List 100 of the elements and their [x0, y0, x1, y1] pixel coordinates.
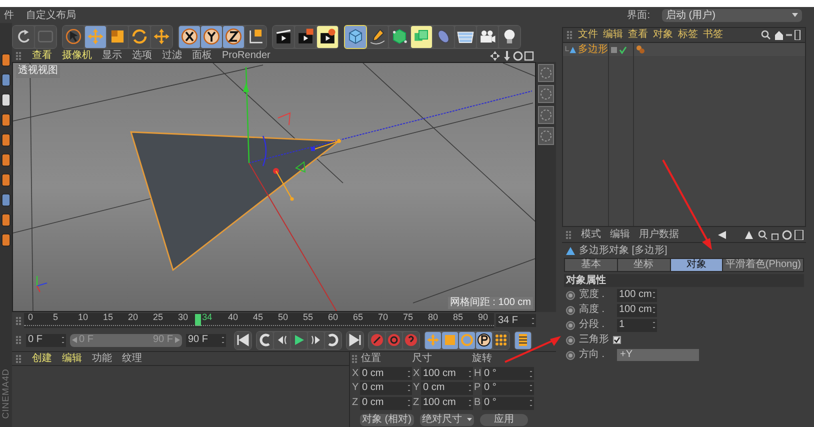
object-menu-item[interactable]: 查看	[628, 30, 648, 40]
coordinate-field[interactable]: 0 cm	[421, 382, 473, 395]
material-menu-item[interactable]: 创建	[32, 354, 52, 364]
attribute-tools-icon[interactable]	[718, 230, 804, 240]
playback-button[interactable]	[274, 332, 290, 348]
grip-icon[interactable]	[352, 354, 358, 363]
grip-icon[interactable]	[16, 354, 22, 362]
toolbar-button[interactable]	[201, 26, 222, 48]
viewport-menu-item[interactable]: 选项	[132, 51, 152, 61]
grip-icon[interactable]	[566, 231, 572, 239]
mode-dropdown[interactable]: 绝对尺寸	[420, 414, 474, 426]
material-menu-item[interactable]: 编辑	[62, 354, 82, 364]
playback-button[interactable]	[257, 332, 273, 348]
grip-icon[interactable]	[16, 336, 22, 344]
frame-field[interactable]: 34 F	[496, 314, 536, 327]
coordinate-field[interactable]: 0 °	[482, 396, 534, 410]
toolbar-button[interactable]	[223, 26, 244, 48]
animation-dot-icon[interactable]	[566, 336, 575, 344]
viewport-menu-item[interactable]: 显示	[102, 51, 122, 61]
toolbar-button[interactable]	[179, 26, 200, 48]
object-menu-item[interactable]: 标签	[678, 30, 698, 40]
viewport-menu-item[interactable]: 过滤	[162, 51, 182, 61]
mode-tool-icon[interactable]	[1, 133, 11, 147]
number-field[interactable]: 100 cm	[617, 288, 657, 302]
toolbar-button[interactable]	[477, 26, 498, 48]
attribute-tab[interactable]: 坐标	[618, 259, 670, 271]
coordinate-field[interactable]: 0 °	[482, 382, 534, 395]
mode-tool-icon[interactable]	[1, 113, 11, 127]
viewport[interactable]: 透视视图 网格间距 : 100 cm	[12, 62, 536, 312]
side-tool-icon[interactable]	[538, 64, 554, 82]
playhead[interactable]	[195, 314, 202, 326]
material-menu-item[interactable]: 功能	[92, 354, 112, 364]
playback-button[interactable]	[235, 332, 251, 348]
object-menu-item[interactable]: 文件	[578, 30, 598, 40]
toolbar-button[interactable]	[295, 26, 316, 48]
viewport-menu-item[interactable]: 摄像机	[62, 51, 92, 61]
phong-tag-icon[interactable]	[636, 45, 645, 54]
object-tools-icon[interactable]	[761, 30, 801, 40]
check-icon[interactable]	[619, 46, 627, 54]
attribute-tab[interactable]: 平滑着色(Phong)	[723, 259, 803, 271]
number-field[interactable]: 100 cm	[617, 304, 657, 316]
menu-item[interactable]: 件	[4, 8, 14, 22]
timeline-ruler[interactable]: 0 5 10 15 20 25 30 34 40 45 50 55 60 65 70 75 80 85 90	[24, 313, 494, 328]
checkbox[interactable]	[613, 336, 621, 344]
view-navigation-icon[interactable]	[490, 51, 534, 61]
mode-tool-icon[interactable]	[1, 153, 11, 167]
playback-button[interactable]	[476, 332, 492, 348]
mode-tool-icon[interactable]	[1, 193, 11, 207]
coordinate-field[interactable]: 0 cm	[360, 367, 412, 380]
coordinate-field[interactable]: 100 cm	[421, 396, 473, 410]
axis-gizmo-drawing[interactable]	[243, 66, 532, 311]
triangle-polygon[interactable]	[130, 131, 341, 272]
toolbar-button[interactable]	[317, 26, 338, 48]
toolbar-button[interactable]	[245, 26, 266, 48]
number-field[interactable]: 1	[617, 318, 657, 332]
coordinate-field[interactable]: 100 cm	[421, 367, 473, 380]
coordinate-field[interactable]: 0 °	[482, 367, 534, 380]
mode-tool-icon[interactable]	[1, 233, 11, 247]
coordinate-field[interactable]: 0 cm	[360, 382, 412, 395]
grip-icon[interactable]	[16, 316, 22, 324]
object-menu-item[interactable]: 书签	[703, 30, 723, 40]
attribute-menu-item[interactable]: 编辑	[610, 230, 630, 240]
side-tool-icon[interactable]	[538, 127, 554, 145]
direction-dropdown[interactable]: +Y	[617, 349, 699, 361]
playback-button[interactable]	[515, 332, 531, 348]
mode-tool-icon[interactable]	[1, 73, 11, 87]
grip-icon[interactable]	[16, 52, 22, 60]
playback-button[interactable]	[308, 332, 324, 348]
material-menu-item[interactable]: 纹理	[122, 354, 142, 364]
viewport-menu-item[interactable]: ProRender	[222, 51, 270, 61]
viewport-menu-item[interactable]: 查看	[32, 51, 52, 61]
object-menu-item[interactable]: 编辑	[603, 30, 623, 40]
menu-item[interactable]: 自定义布局	[26, 8, 76, 22]
side-tool-icon[interactable]	[538, 106, 554, 124]
apply-button[interactable]: 应用	[480, 414, 528, 426]
attribute-menu-item[interactable]: 模式	[581, 230, 601, 240]
object-menu-item[interactable]: 对象	[653, 30, 673, 40]
mode-tool-icon[interactable]	[1, 173, 11, 187]
side-tool-icon[interactable]	[538, 85, 554, 103]
toolbar-button[interactable]	[367, 26, 388, 48]
animation-dot-icon[interactable]	[566, 320, 575, 330]
mode-tool-icon[interactable]	[1, 213, 11, 227]
animation-dot-icon[interactable]	[566, 306, 575, 314]
attribute-tab[interactable]: 对象	[670, 259, 722, 271]
toolbar-button[interactable]	[273, 26, 294, 48]
viewport-menu-item[interactable]: 面板	[192, 51, 212, 61]
animation-dot-icon[interactable]	[566, 350, 575, 360]
mode-tool-icon[interactable]	[1, 93, 11, 107]
mode-dropdown[interactable]: 对象 (相对)	[360, 414, 414, 426]
grip-icon[interactable]	[567, 31, 573, 39]
mode-tool-icon[interactable]	[1, 53, 11, 67]
toolbar-button[interactable]	[411, 26, 432, 48]
coordinate-field[interactable]: 0 cm	[360, 396, 412, 410]
animation-dot-icon[interactable]	[566, 290, 575, 300]
playback-button[interactable]	[347, 332, 363, 348]
toolbar-button[interactable]	[499, 26, 520, 48]
attribute-tab[interactable]: 基本	[565, 259, 617, 271]
attribute-menu-item[interactable]: 用户数据	[639, 230, 679, 240]
toolbar-button[interactable]	[455, 26, 476, 48]
layout-dropdown[interactable]: 启动 (用户)	[662, 8, 802, 22]
